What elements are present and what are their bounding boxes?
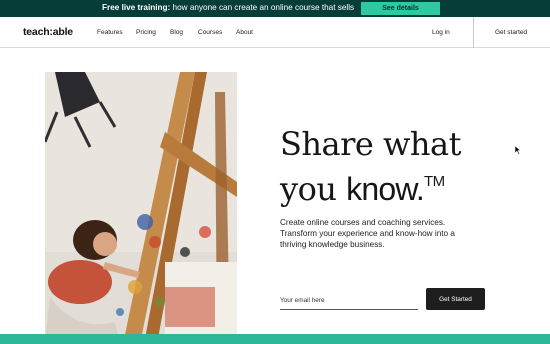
headline-line-2-bold: know.	[346, 171, 425, 207]
landing-page: Free live training: how anyone can creat…	[0, 0, 550, 344]
nav-link-about[interactable]: About	[236, 29, 253, 36]
see-details-button[interactable]: See details	[361, 2, 440, 15]
headline-line-2-prefix: you	[280, 170, 347, 208]
nav-link-pricing[interactable]: Pricing	[136, 29, 156, 36]
get-started-button[interactable]: Get Started	[426, 288, 485, 310]
login-link[interactable]: Log in	[432, 29, 450, 36]
email-input[interactable]	[280, 292, 418, 310]
banner-message-bold: Free live training:	[102, 3, 171, 12]
top-nav: teach:able Features Pricing Blog Courses…	[0, 17, 550, 48]
hero-headline: Share what you know.TM	[280, 125, 461, 208]
hero-image-artist-painting	[45, 72, 237, 344]
hero-subtext: Create online courses and coaching servi…	[280, 218, 455, 249]
headline-line-1: Share what	[280, 125, 461, 163]
promo-banner: Free live training: how anyone can creat…	[0, 0, 550, 17]
teal-footer-strip	[0, 334, 550, 344]
nav-link-courses[interactable]: Courses	[198, 29, 222, 36]
get-started-nav-button[interactable]: Get started	[495, 29, 527, 36]
nav-divider	[473, 17, 474, 48]
teachable-logo[interactable]: teach:able	[23, 26, 73, 38]
nav-link-features[interactable]: Features	[97, 29, 123, 36]
trademark-mark: TM	[423, 173, 445, 190]
mouse-cursor-icon	[515, 146, 521, 155]
hero-photo-illustration	[45, 72, 237, 344]
banner-message: Free live training: how anyone can creat…	[102, 3, 354, 12]
banner-message-text: how anyone can create an online course t…	[170, 3, 355, 12]
nav-link-blog[interactable]: Blog	[170, 29, 183, 36]
